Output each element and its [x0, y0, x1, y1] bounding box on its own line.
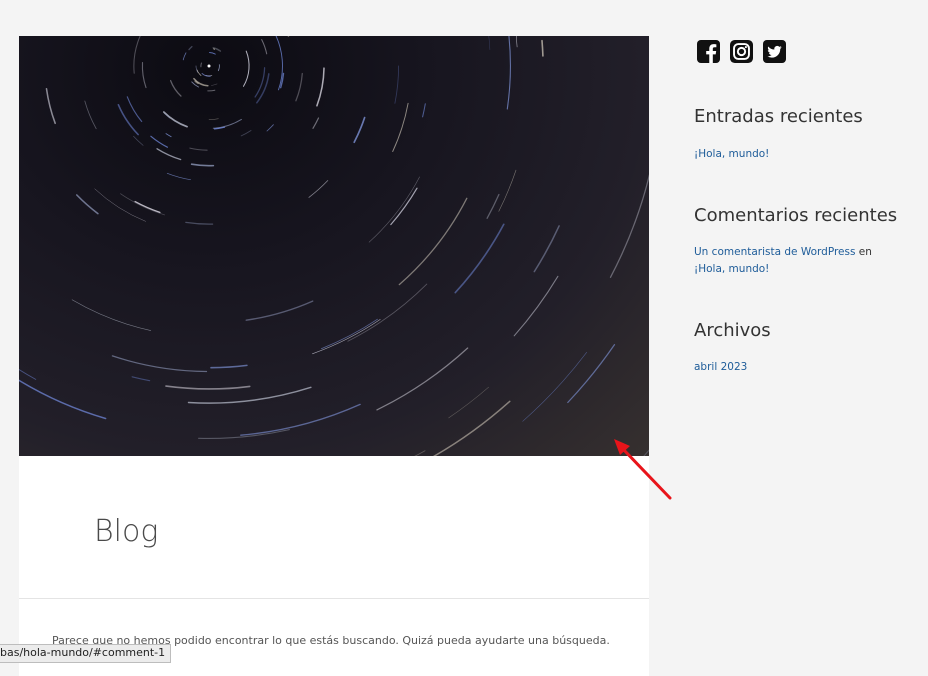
star-trail	[399, 198, 467, 284]
star-trail	[246, 301, 313, 320]
star-trails-image	[19, 36, 649, 456]
star-trail	[542, 41, 543, 56]
divider	[19, 598, 649, 599]
star-trail	[132, 377, 150, 381]
star-trail	[171, 81, 181, 97]
star-trail	[166, 386, 250, 389]
star-trail	[498, 36, 517, 47]
star-trail	[312, 319, 380, 353]
recent-post-link[interactable]: ¡Hola, mundo!	[694, 146, 904, 163]
instagram-icon[interactable]	[730, 40, 753, 63]
star-trail	[112, 356, 206, 372]
star-trail	[190, 148, 207, 150]
star-trail	[267, 125, 273, 131]
star-trail	[166, 134, 171, 137]
archives-title: Archivos	[694, 320, 771, 341]
recent-comment-item: Un comentarista de WordPress en ¡Hola, m…	[694, 244, 904, 278]
star-trail	[423, 104, 426, 117]
star-trail	[241, 404, 360, 435]
star-trail	[19, 362, 36, 380]
star-trail	[47, 89, 56, 124]
featured-image-star-trails	[19, 36, 649, 456]
star-trail	[211, 84, 217, 86]
star-trail	[192, 164, 214, 166]
star-trail	[218, 65, 219, 71]
star-trail	[354, 118, 364, 143]
star-trail	[85, 101, 96, 129]
star-trail	[391, 188, 417, 224]
recent-posts-title: Entradas recientes	[694, 106, 863, 127]
star-trail	[196, 66, 198, 73]
comment-author-link[interactable]: Un comentarista de WordPress	[694, 246, 855, 258]
star-trail	[321, 319, 377, 349]
star-trail	[313, 118, 319, 128]
recent-comments-title: Comentarios recientes	[694, 205, 897, 226]
star-trail	[210, 53, 216, 55]
star-trail	[393, 103, 408, 151]
facebook-icon[interactable]	[697, 40, 720, 63]
star-trail	[381, 401, 510, 456]
star-trail	[183, 53, 186, 60]
star-trail	[209, 119, 218, 120]
star-trail	[186, 222, 213, 224]
star-trail	[611, 127, 650, 278]
star-trail	[625, 380, 649, 456]
star-trail	[167, 173, 190, 179]
star-trail	[455, 224, 504, 292]
star-trail	[369, 177, 420, 242]
star-trail	[164, 112, 187, 127]
twitter-icon[interactable]	[763, 40, 786, 63]
star-trail	[142, 63, 146, 88]
star-trail	[478, 36, 490, 50]
star-trail	[134, 136, 144, 145]
star-trail	[135, 202, 160, 213]
star-trail	[127, 97, 141, 122]
star-trail	[77, 195, 98, 214]
star-trail	[523, 352, 587, 421]
star-trail	[514, 276, 558, 336]
archive-link[interactable]: abril 2023	[694, 359, 904, 376]
status-bar-url: bas/hola-mundo/#comment-1	[0, 644, 171, 663]
star-trail	[208, 90, 215, 91]
star-trail	[381, 451, 425, 456]
star-trail	[534, 226, 559, 272]
star-trail	[118, 105, 138, 135]
post-card: Blog Parece que no hemos podido encontra…	[19, 36, 649, 676]
star-trail	[157, 149, 181, 160]
star-trail	[211, 365, 247, 367]
comment-connector: en	[855, 246, 871, 258]
star-trail	[499, 170, 516, 211]
star-trail	[568, 345, 615, 403]
star-trail	[151, 136, 168, 147]
star-trail	[296, 74, 302, 101]
star-trail	[244, 51, 250, 86]
star-trail	[395, 66, 399, 103]
social-links	[697, 40, 786, 63]
star-trail	[317, 68, 324, 106]
star-trail	[348, 284, 427, 341]
star-trail	[241, 131, 251, 136]
star-trail	[19, 367, 106, 418]
star-trail	[449, 387, 489, 418]
star-trail	[274, 36, 283, 90]
star-trail	[309, 181, 328, 198]
star-trail	[72, 300, 151, 331]
star-trail	[262, 40, 267, 54]
star-trail	[202, 74, 210, 77]
pole-star	[208, 65, 211, 68]
star-trail	[201, 63, 202, 67]
star-trail	[213, 119, 241, 128]
star-trail	[189, 47, 192, 50]
star-trail	[377, 348, 468, 410]
comment-post-link[interactable]: ¡Hola, mundo!	[694, 263, 769, 275]
page-title: Blog	[94, 514, 158, 549]
star-trail	[134, 36, 154, 73]
star-trail	[599, 424, 649, 456]
star-trail	[504, 36, 510, 109]
star-trail	[487, 195, 499, 219]
